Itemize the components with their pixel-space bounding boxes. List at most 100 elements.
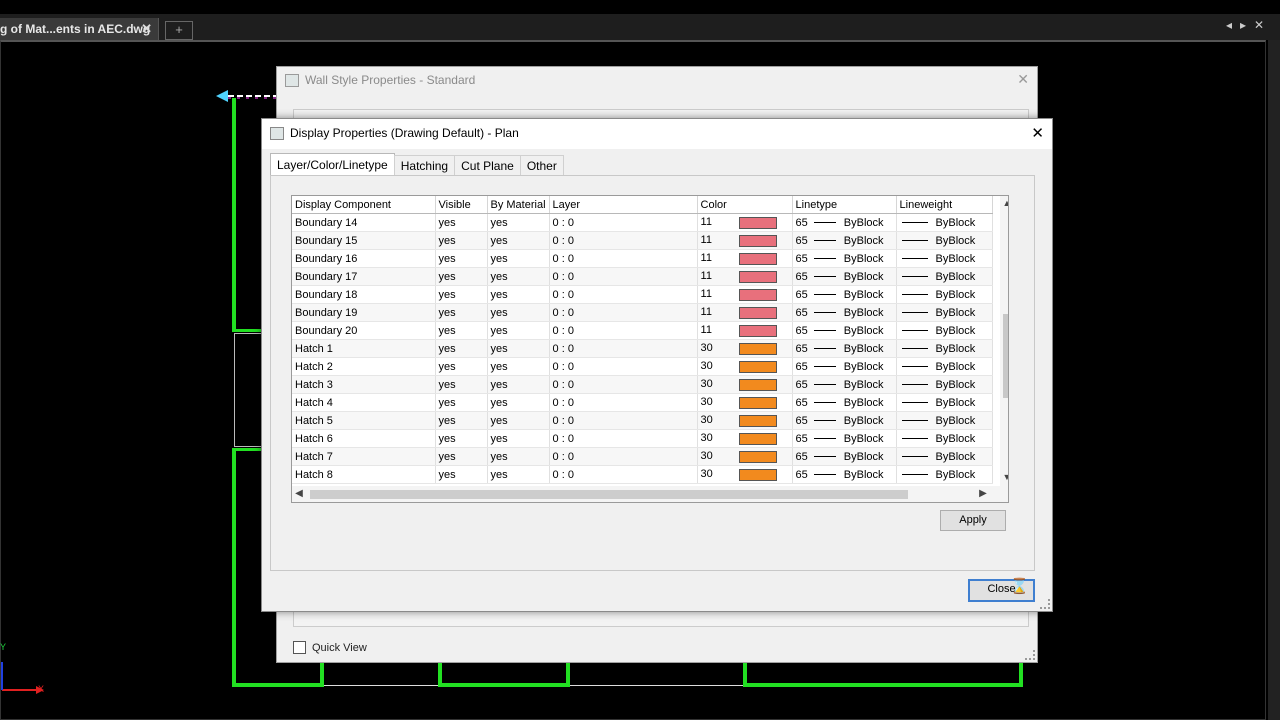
cell-by-material[interactable]: yes [487, 267, 550, 286]
table-row[interactable]: Hatch 8 yes yes 0 : 0 30 65 ByBlock ByBlock [292, 465, 993, 484]
cell-visible[interactable]: yes [435, 339, 488, 358]
column-header-display-component[interactable]: Display Component [292, 196, 436, 214]
cell-display-component[interactable]: Boundary 16 [292, 249, 436, 268]
cell-color[interactable]: 30 [697, 447, 793, 466]
cell-visible[interactable]: yes [435, 411, 488, 430]
cell-color[interactable]: 11 [697, 267, 793, 286]
scroll-down-icon[interactable]: ▼ [1000, 470, 1008, 484]
cell-visible[interactable]: yes [435, 267, 488, 286]
tab-scroll-right-icon[interactable]: ▸ [1240, 18, 1246, 32]
cell-linetype[interactable]: 65 ByBlock [792, 267, 897, 286]
column-header-by-material[interactable]: By Material [487, 196, 550, 214]
cell-layer[interactable]: 0 : 0 [549, 249, 698, 268]
cell-linetype[interactable]: 65 ByBlock [792, 411, 897, 430]
resize-grip-icon[interactable] [1040, 599, 1050, 609]
scroll-right-icon[interactable]: ▶ [976, 486, 990, 502]
cell-layer[interactable]: 0 : 0 [549, 429, 698, 448]
table-row[interactable]: Hatch 6 yes yes 0 : 0 30 65 ByBlock ByBlock [292, 429, 993, 448]
cell-lineweight[interactable]: ByBlock [896, 375, 993, 394]
cell-lineweight[interactable]: ByBlock [896, 249, 993, 268]
quick-view-checkbox-box[interactable] [293, 641, 306, 654]
cell-by-material[interactable]: yes [487, 465, 550, 484]
table-row[interactable]: Boundary 19 yes yes 0 : 0 11 65 ByBlock ByBlock [292, 303, 993, 322]
cell-linetype[interactable]: 65 ByBlock [792, 447, 897, 466]
resize-grip-icon[interactable] [1025, 650, 1035, 660]
table-row[interactable]: Hatch 1 yes yes 0 : 0 30 65 ByBlock ByBlock [292, 339, 993, 358]
cell-display-component[interactable]: Boundary 15 [292, 231, 436, 250]
scroll-left-icon[interactable]: ◀ [292, 486, 306, 502]
grip-arrow-icon[interactable] [214, 88, 278, 104]
cell-lineweight[interactable]: ByBlock [896, 465, 993, 484]
cell-linetype[interactable]: 65 ByBlock [792, 393, 897, 412]
document-tab-close-icon[interactable]: ✕ [141, 18, 152, 40]
cell-linetype[interactable]: 65 ByBlock [792, 357, 897, 376]
quick-view-checkbox[interactable]: Quick View [293, 641, 367, 654]
cell-visible[interactable]: yes [435, 321, 488, 340]
cell-visible[interactable]: yes [435, 357, 488, 376]
scroll-up-icon[interactable]: ▲ [1000, 196, 1008, 210]
horizontal-scroll-thumb[interactable] [310, 490, 908, 499]
cell-visible[interactable]: yes [435, 393, 488, 412]
tab-cut-plane[interactable]: Cut Plane [454, 155, 521, 176]
cell-display-component[interactable]: Hatch 3 [292, 375, 436, 394]
cell-color[interactable]: 30 [697, 375, 793, 394]
cell-by-material[interactable]: yes [487, 429, 550, 448]
cell-display-component[interactable]: Boundary 19 [292, 303, 436, 322]
cell-lineweight[interactable]: ByBlock [896, 213, 993, 232]
cell-display-component[interactable]: Hatch 8 [292, 465, 436, 484]
cell-linetype[interactable]: 65 ByBlock [792, 429, 897, 448]
cell-layer[interactable]: 0 : 0 [549, 411, 698, 430]
cell-by-material[interactable]: yes [487, 321, 550, 340]
cell-linetype[interactable]: 65 ByBlock [792, 465, 897, 484]
cell-lineweight[interactable]: ByBlock [896, 339, 993, 358]
cell-lineweight[interactable]: ByBlock [896, 321, 993, 340]
table-row[interactable]: Hatch 5 yes yes 0 : 0 30 65 ByBlock ByBlock [292, 411, 993, 430]
cell-layer[interactable]: 0 : 0 [549, 303, 698, 322]
tab-bar-close-icon[interactable]: ✕ [1254, 18, 1264, 32]
cell-lineweight[interactable]: ByBlock [896, 447, 993, 466]
cell-display-component[interactable]: Hatch 5 [292, 411, 436, 430]
cell-layer[interactable]: 0 : 0 [549, 267, 698, 286]
tab-hatching[interactable]: Hatching [393, 155, 456, 176]
cell-linetype[interactable]: 65 ByBlock [792, 231, 897, 250]
cell-lineweight[interactable]: ByBlock [896, 303, 993, 322]
table-row[interactable]: Hatch 4 yes yes 0 : 0 30 65 ByBlock ByBlock [292, 393, 993, 412]
column-header-linetype[interactable]: Linetype [792, 196, 897, 214]
cell-color[interactable]: 11 [697, 321, 793, 340]
cell-color[interactable]: 11 [697, 249, 793, 268]
cell-color[interactable]: 11 [697, 285, 793, 304]
cell-visible[interactable]: yes [435, 375, 488, 394]
cell-color[interactable]: 11 [697, 231, 793, 250]
column-header-layer[interactable]: Layer [549, 196, 698, 214]
cell-layer[interactable]: 0 : 0 [549, 375, 698, 394]
table-row[interactable]: Boundary 17 yes yes 0 : 0 11 65 ByBlock ByBlock [292, 267, 993, 286]
cell-visible[interactable]: yes [435, 285, 488, 304]
cell-display-component[interactable]: Boundary 17 [292, 267, 436, 286]
cell-linetype[interactable]: 65 ByBlock [792, 249, 897, 268]
cell-lineweight[interactable]: ByBlock [896, 231, 993, 250]
cell-linetype[interactable]: 65 ByBlock [792, 285, 897, 304]
table-row[interactable]: Hatch 7 yes yes 0 : 0 30 65 ByBlock ByBlock [292, 447, 993, 466]
column-header-lineweight[interactable]: Lineweight [896, 196, 993, 214]
cell-visible[interactable]: yes [435, 249, 488, 268]
grid-vertical-scrollbar[interactable]: ▲ ▼ [1000, 196, 1008, 486]
cell-display-component[interactable]: Boundary 14 [292, 213, 436, 232]
cell-color[interactable]: 11 [697, 303, 793, 322]
cell-layer[interactable]: 0 : 0 [549, 447, 698, 466]
cell-display-component[interactable]: Boundary 20 [292, 321, 436, 340]
cell-linetype[interactable]: 65 ByBlock [792, 303, 897, 322]
cell-display-component[interactable]: Hatch 2 [292, 357, 436, 376]
cell-linetype[interactable]: 65 ByBlock [792, 321, 897, 340]
cell-display-component[interactable]: Hatch 7 [292, 447, 436, 466]
cell-visible[interactable]: yes [435, 447, 488, 466]
cell-visible[interactable]: yes [435, 465, 488, 484]
cell-by-material[interactable]: yes [487, 285, 550, 304]
cell-layer[interactable]: 0 : 0 [549, 357, 698, 376]
cell-lineweight[interactable]: ByBlock [896, 393, 993, 412]
cell-layer[interactable]: 0 : 0 [549, 393, 698, 412]
cell-color[interactable]: 11 [697, 213, 793, 232]
cell-display-component[interactable]: Hatch 6 [292, 429, 436, 448]
cell-lineweight[interactable]: ByBlock [896, 411, 993, 430]
cell-by-material[interactable]: yes [487, 303, 550, 322]
document-tab[interactable]: g of Mat...ents in AEC.dwg ✕ [0, 18, 159, 40]
